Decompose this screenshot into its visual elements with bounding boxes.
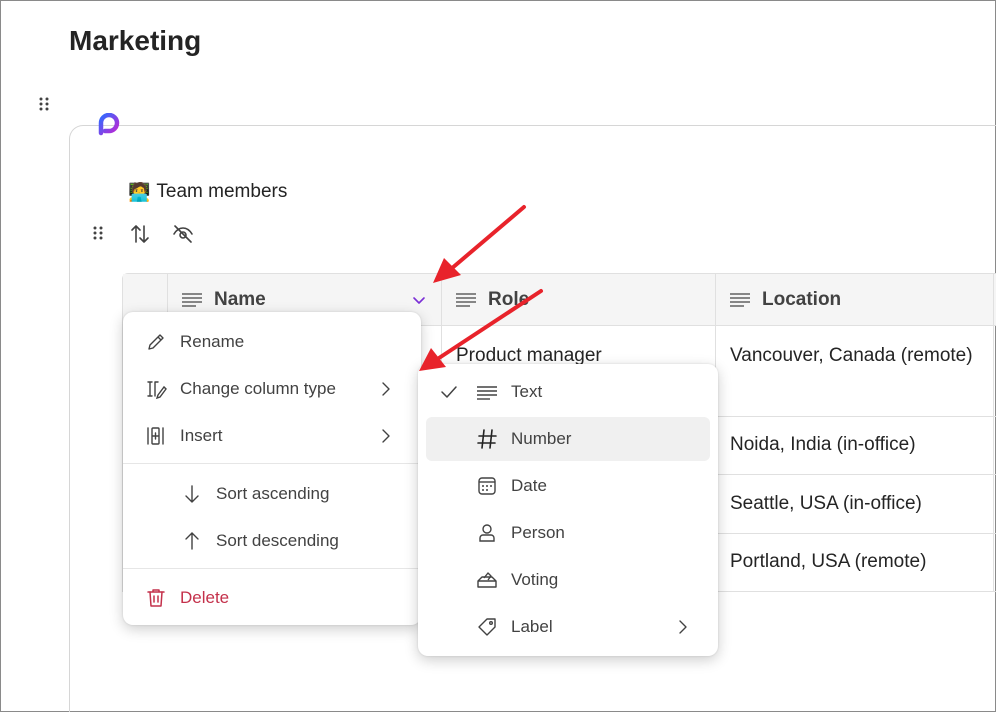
menu-item-insert[interactable]: Insert: [131, 414, 413, 458]
menu-item-label: Text: [511, 382, 543, 401]
menu-divider: [123, 463, 421, 464]
menu-item-sort-descending[interactable]: Sort descending: [131, 519, 413, 563]
arrow-down-icon: [185, 485, 199, 503]
menu-item-label: Delete: [180, 588, 230, 607]
table-title-text: Team members: [156, 181, 288, 202]
cell-location[interactable]: Noida, India (in-office): [716, 417, 994, 474]
menu-item-label: Sort ascending: [216, 484, 330, 503]
calendar-icon: [478, 477, 496, 495]
tag-icon: [478, 618, 496, 636]
text-type-icon: [182, 292, 202, 307]
column-header-role[interactable]: Role: [442, 274, 716, 325]
cell-location[interactable]: Vancouver, Canada (remote): [716, 326, 994, 416]
team-emoji-icon: 🧑‍💻: [128, 181, 151, 202]
table-drag-handle-icon[interactable]: [92, 225, 104, 245]
menu-item-label: Label: [511, 617, 553, 636]
menu-item-label: Number: [511, 429, 572, 448]
menu-item-label: Person: [511, 523, 565, 542]
text-type-icon: [730, 292, 750, 307]
arrow-up-icon: [185, 532, 199, 550]
column-type-icon: [147, 381, 167, 400]
menu-item-label: Insert: [180, 426, 223, 445]
loop-logo-icon: [97, 112, 121, 137]
menu-item-label: Voting: [511, 570, 559, 589]
menu-item-label: Sort descending: [216, 531, 339, 550]
ballot-box-icon: [477, 572, 497, 588]
chevron-down-icon[interactable]: [411, 292, 427, 308]
sort-icon[interactable]: [129, 223, 151, 245]
type-item-person[interactable]: Person: [426, 511, 710, 555]
menu-item-sort-ascending[interactable]: Sort ascending: [131, 472, 413, 516]
column-type-submenu: Text Number Date Person Voting Label: [418, 364, 718, 656]
person-icon: [479, 524, 495, 542]
menu-item-change-column-type[interactable]: Change column type: [131, 367, 413, 411]
pencil-icon: [148, 334, 164, 350]
drag-handle-icon[interactable]: [38, 96, 50, 116]
column-header-label: Name: [214, 288, 266, 310]
menu-item-delete[interactable]: Delete: [131, 576, 413, 620]
insert-column-icon: [147, 427, 164, 445]
column-header-label: Role: [488, 288, 530, 310]
cell-location[interactable]: Seattle, USA (in-office): [716, 475, 994, 533]
cell-location[interactable]: Portland, USA (remote): [716, 534, 994, 591]
chevron-right-icon: [679, 620, 687, 634]
text-lines-icon: [477, 386, 497, 400]
menu-item-label: Rename: [180, 332, 245, 351]
menu-item-label: Change column type: [180, 379, 336, 398]
checkmark-icon: [441, 386, 457, 398]
table-title: 🧑‍💻 Team members: [128, 181, 287, 203]
type-item-text[interactable]: Text: [426, 370, 710, 414]
hide-eye-icon[interactable]: [172, 223, 194, 245]
column-context-menu: Rename Change column type Insert Sort as…: [123, 312, 421, 625]
type-item-voting[interactable]: Voting: [426, 558, 710, 602]
hash-icon: [477, 429, 497, 449]
menu-item-label: Date: [511, 476, 547, 495]
type-item-number[interactable]: Number: [426, 417, 710, 461]
type-item-date[interactable]: Date: [426, 464, 710, 508]
page-title: Marketing: [69, 25, 202, 56]
chevron-right-icon: [382, 429, 390, 443]
column-header-label: Location: [762, 288, 842, 310]
menu-divider: [123, 568, 421, 569]
type-item-label[interactable]: Label: [426, 605, 710, 649]
column-header-location[interactable]: Location: [716, 274, 994, 325]
chevron-right-icon: [382, 382, 390, 396]
text-type-icon: [456, 292, 476, 307]
trash-icon: [147, 589, 165, 607]
menu-item-rename[interactable]: Rename: [131, 320, 413, 364]
